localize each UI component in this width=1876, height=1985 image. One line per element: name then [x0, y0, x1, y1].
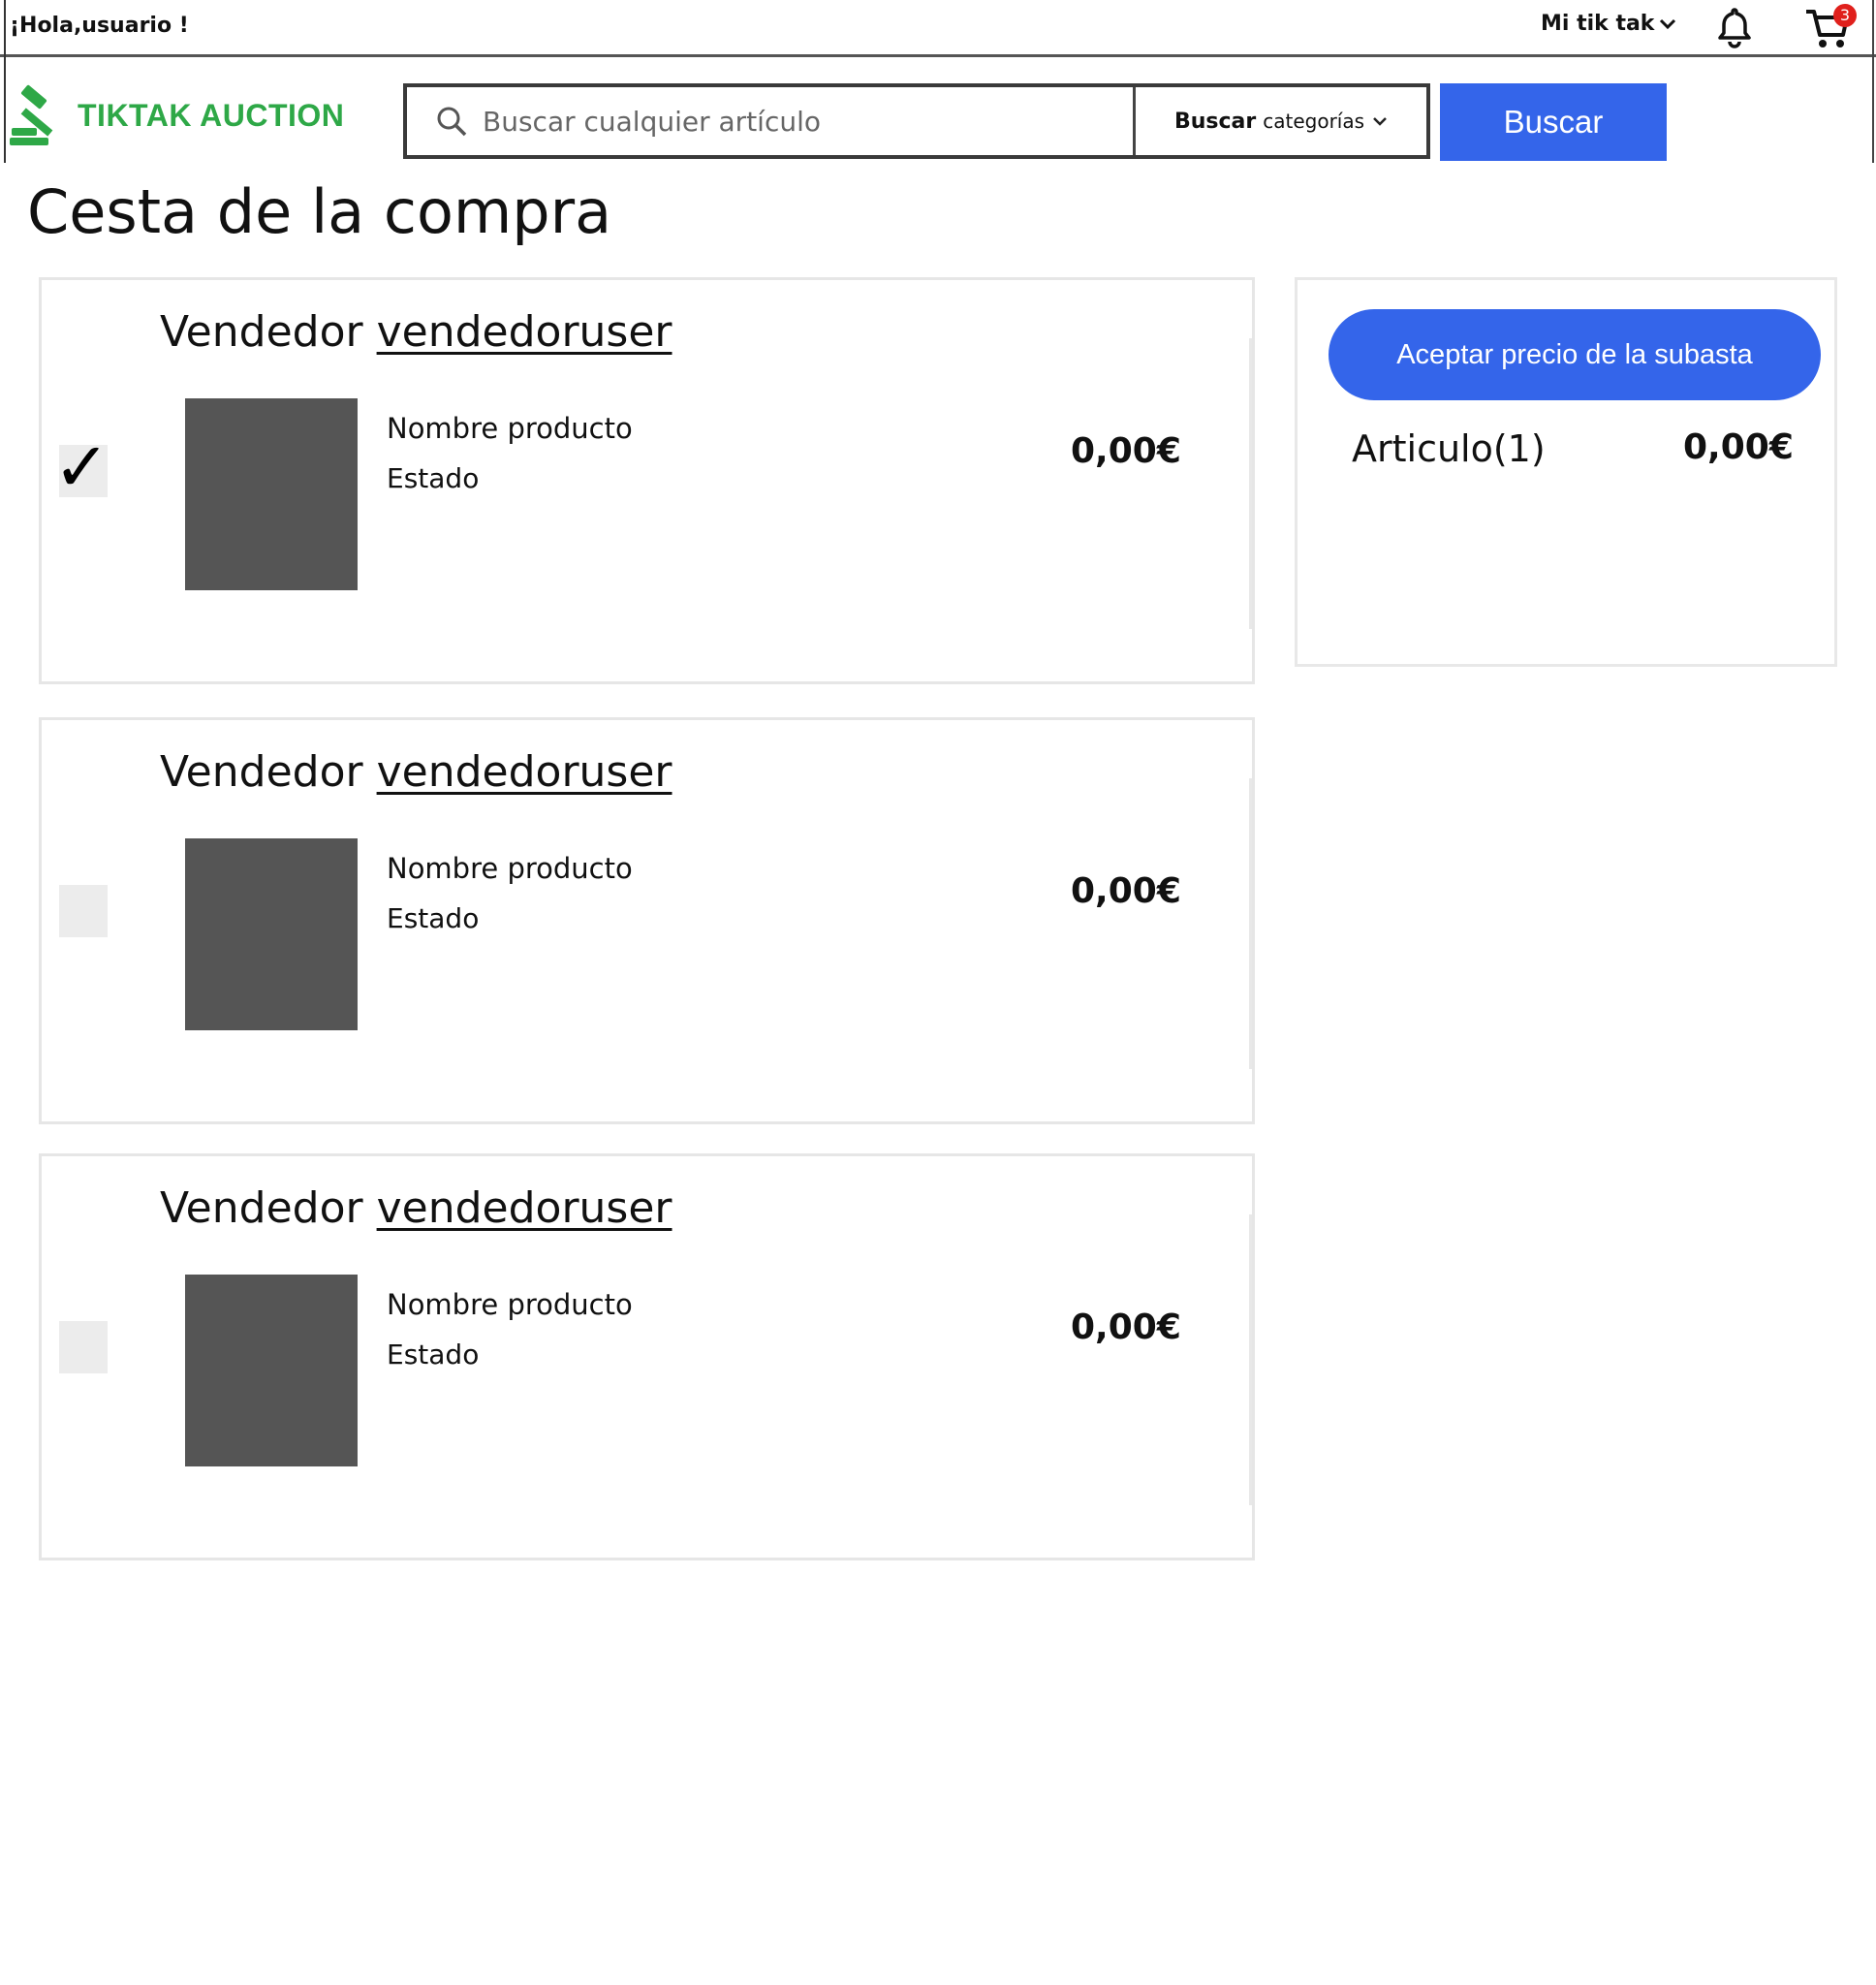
search-button[interactable]: Buscar	[1440, 83, 1667, 161]
items-count-label: Articulo(1)	[1352, 427, 1546, 470]
product-image[interactable]	[185, 398, 358, 590]
item-checkbox[interactable]	[59, 1321, 108, 1373]
frame-left-border	[4, 0, 6, 163]
seller-prefix: Vendedor	[160, 747, 363, 797]
product-image[interactable]	[185, 1275, 358, 1466]
product-price: 0,00€	[1071, 871, 1181, 911]
page-title: Cesta de la compra	[27, 176, 612, 247]
seller-prefix: Vendedor	[160, 307, 363, 357]
card-divider	[1249, 778, 1252, 1069]
category-dropdown[interactable]: Buscar categorías	[1133, 87, 1426, 155]
seller-link[interactable]: vendedoruser	[377, 307, 672, 357]
product-price: 0,00€	[1071, 431, 1181, 471]
cart-item-card: Vendedor vendedoruser ✓ Nombre producto …	[39, 277, 1255, 684]
product-name[interactable]: Nombre producto	[387, 852, 633, 885]
cart-button[interactable]: 3	[1804, 2, 1859, 50]
seller-line: Vendedor vendedoruser	[160, 1183, 672, 1233]
card-divider	[1249, 1214, 1252, 1505]
accept-auction-price-button[interactable]: Aceptar precio de la subasta	[1329, 309, 1821, 400]
item-checkbox[interactable]	[59, 885, 108, 937]
seller-prefix: Vendedor	[160, 1183, 363, 1233]
seller-link[interactable]: vendedoruser	[377, 1183, 672, 1233]
brand-logo[interactable]: TIKTAK AUCTION	[8, 81, 344, 149]
item-checkbox[interactable]: ✓	[53, 433, 110, 501]
search-input[interactable]	[481, 104, 1105, 139]
my-tiktak-menu[interactable]: Mi tik tak	[1541, 12, 1677, 36]
product-state: Estado	[387, 462, 480, 494]
card-divider	[1249, 338, 1252, 629]
brand-name: TIKTAK AUCTION	[78, 97, 345, 133]
chevron-down-icon	[1660, 18, 1676, 29]
checkmark-icon: ✓	[53, 427, 110, 507]
order-summary: Aceptar precio de la subasta Articulo(1)…	[1295, 277, 1837, 667]
category-label-bold: Buscar	[1173, 109, 1257, 134]
product-name[interactable]: Nombre producto	[387, 1288, 633, 1321]
cart-item-card: Vendedor vendedoruser Nombre producto Es…	[39, 1153, 1255, 1560]
seller-line: Vendedor vendedoruser	[160, 307, 672, 357]
gavel-logo-icon	[10, 84, 53, 145]
search-icon	[437, 107, 467, 137]
bell-icon[interactable]	[1713, 6, 1756, 48]
cart-item-card: Vendedor vendedoruser Nombre producto Es…	[39, 717, 1255, 1124]
product-state: Estado	[387, 1339, 480, 1371]
summary-total: 0,00€	[1683, 427, 1794, 467]
search-bar: Buscar categorías	[403, 83, 1430, 159]
search-field-container	[407, 87, 1133, 155]
greeting-text: ¡Hola,usuario !	[10, 14, 189, 38]
product-image[interactable]	[185, 838, 358, 1030]
product-state: Estado	[387, 902, 480, 934]
frame-right-border	[1872, 0, 1874, 163]
my-tiktak-label: Mi tik tak	[1541, 12, 1655, 36]
cart-count-badge: 3	[1833, 4, 1857, 27]
category-label: categorías	[1263, 109, 1365, 133]
product-name[interactable]: Nombre producto	[387, 412, 633, 445]
seller-line: Vendedor vendedoruser	[160, 747, 672, 797]
seller-link[interactable]: vendedoruser	[377, 747, 672, 797]
chevron-down-icon	[1373, 117, 1387, 126]
product-price: 0,00€	[1071, 1308, 1181, 1347]
